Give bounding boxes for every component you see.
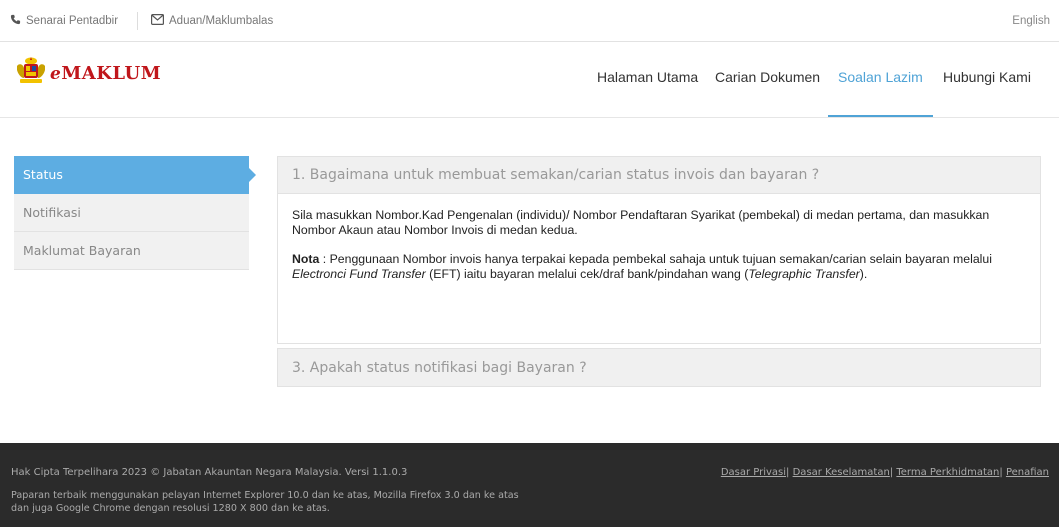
faq-question-3[interactable]: 3. Apakah status notifikasi bagi Bayaran…: [277, 348, 1041, 387]
answer-note: Nota : Penggunaan Nombor invois hanya te…: [292, 252, 1026, 282]
top-bar: Senarai Pentadbir Aduan/Maklumbalas Engl…: [0, 0, 1059, 42]
brand-prefix: e: [50, 64, 62, 84]
brand-name: eMAKLUM: [50, 63, 161, 84]
footer-links: Dasar Privasi| Dasar Keselamatan| Terma …: [720, 467, 1049, 478]
terms-link[interactable]: Terma Perkhidmatan: [896, 467, 999, 478]
divider: [137, 12, 138, 30]
site-header: eMAKLUM Halaman Utama Carian Dokumen Soa…: [0, 42, 1059, 118]
sidebar-item-status[interactable]: Status: [14, 156, 256, 194]
nav-document-search[interactable]: Carian Dokumen: [715, 69, 820, 85]
faq-answer-1: Sila masukkan Nombor.Kad Pengenalan (ind…: [277, 194, 1041, 344]
mail-icon: [151, 14, 165, 28]
note-tt: Telegraphic Transfer: [748, 267, 860, 281]
note-label: Nota: [292, 252, 320, 266]
faq-sidebar: Status Notifikasi Maklumat Bayaran: [14, 156, 256, 270]
phone-icon: [10, 14, 21, 28]
answer-paragraph: Sila masukkan Nombor.Kad Pengenalan (ind…: [292, 208, 990, 237]
faq-panel: 1. Bagaimana untuk membuat semakan/caria…: [277, 156, 1041, 387]
note-eft: Electronci Fund Transfer: [292, 267, 426, 281]
note-text-b: (EFT) iaitu bayaran melalui cek/draf ban…: [425, 267, 749, 281]
crest-logo: [15, 56, 47, 91]
admin-list-link[interactable]: Senarai Pentadbir: [10, 14, 118, 28]
note-text-a: : Penggunaan Nombor invois hanya terpaka…: [319, 252, 992, 266]
feedback-link[interactable]: Aduan/Maklumbalas: [151, 14, 273, 28]
nav-faq[interactable]: Soalan Lazim: [838, 69, 923, 85]
language-switch[interactable]: English: [1012, 15, 1050, 27]
sidebar-item-notifikasi[interactable]: Notifikasi: [14, 194, 249, 232]
nav-active-indicator: [828, 115, 933, 117]
sidebar-item-maklumat-bayaran[interactable]: Maklumat Bayaran: [14, 232, 249, 270]
feedback-label: Aduan/Maklumbalas: [169, 15, 274, 27]
logo[interactable]: eMAKLUM: [15, 56, 161, 91]
best-view-text: Paparan terbaik menggunakan pelayan Inte…: [11, 490, 519, 514]
faq-question-1[interactable]: 1. Bagaimana untuk membuat semakan/caria…: [277, 156, 1041, 194]
note-text-c: ).: [859, 267, 868, 281]
site-footer: Hak Cipta Terpelihara 2023 © Jabatan Aka…: [0, 443, 1059, 527]
copyright-text: Hak Cipta Terpelihara 2023 © Jabatan Aka…: [11, 467, 408, 478]
disclaimer-link[interactable]: Penafian: [1006, 467, 1049, 478]
nav-contact[interactable]: Hubungi Kami: [943, 69, 1031, 85]
nav-home[interactable]: Halaman Utama: [597, 69, 698, 85]
brand-text: MAKLUM: [61, 63, 162, 84]
privacy-policy-link[interactable]: Dasar Privasi: [721, 467, 786, 478]
admin-list-label: Senarai Pentadbir: [26, 15, 119, 27]
security-policy-link[interactable]: Dasar Keselamatan: [793, 467, 890, 478]
